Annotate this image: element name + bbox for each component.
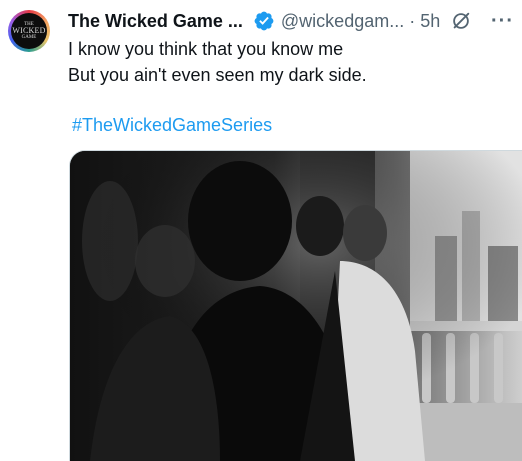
- separator-dot: ·: [409, 10, 416, 31]
- grok-icon[interactable]: [450, 10, 472, 32]
- tweet-text-line1: I know you think that you know me: [68, 39, 344, 59]
- user-handle[interactable]: @wickedgam...: [281, 11, 404, 32]
- display-name[interactable]: The Wicked Game ...: [68, 11, 243, 32]
- hashtag-link[interactable]: #TheWickedGameSeries: [72, 112, 272, 138]
- tweet-text: I know you think that you know me But yo…: [68, 36, 508, 88]
- more-options-icon[interactable]: ···: [491, 10, 514, 33]
- tweet-text-line2: But you ain't even seen my dark side.: [68, 65, 367, 85]
- timestamp[interactable]: 5h: [420, 11, 440, 32]
- tweet-header: The Wicked Game ... @wickedgam... · 5h ·…: [68, 9, 518, 33]
- avatar-logo-line3: GAME: [21, 35, 37, 40]
- tweet[interactable]: THE WICKED GAME The Wicked Game ... @wic…: [0, 0, 522, 461]
- avatar-logo: THE WICKED GAME: [11, 13, 47, 49]
- avatar-logo-line2: WICKED: [12, 26, 46, 35]
- verified-badge-icon[interactable]: [253, 10, 275, 32]
- tweet-image[interactable]: [69, 150, 522, 461]
- avatar[interactable]: THE WICKED GAME: [8, 10, 50, 52]
